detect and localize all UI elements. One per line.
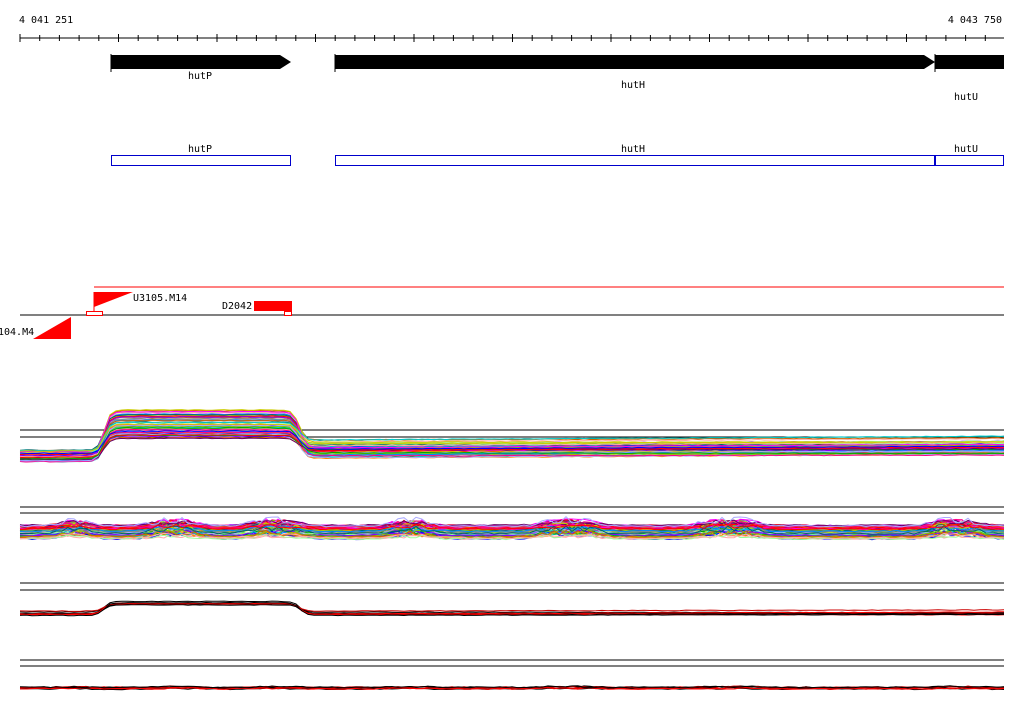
- gene-arrow-hutU[interactable]: [935, 55, 1004, 69]
- coordinate-ruler: 4 041 251 4 043 750: [19, 15, 1004, 42]
- promoter-D2042[interactable]: [254, 301, 292, 311]
- genome-browser-view: 4 041 251 4 043 750 hutP hutH hutU hutP …: [0, 15, 1005, 691]
- gene-box-hutH[interactable]: [335, 155, 935, 166]
- promoter-label-D2042: D2042: [222, 301, 252, 312]
- gene-box-hutP[interactable]: [111, 155, 291, 166]
- gene-box-hutU[interactable]: [935, 155, 1004, 166]
- promoter-label-104-M4: 104.M4: [0, 327, 34, 338]
- gene-arrow-hutH[interactable]: [335, 55, 935, 69]
- gene-label-hutH: hutH: [621, 80, 645, 91]
- gene-arrow-hutP[interactable]: [111, 55, 291, 69]
- end-coordinate: 4 043 750: [948, 15, 1002, 26]
- gene-box-label-hutP: hutP: [188, 144, 212, 155]
- promoter-U3105-M14[interactable]: [94, 292, 133, 307]
- gene-track: hutP hutH hutU: [110, 54, 1004, 103]
- expression-track-2: [19, 506, 1005, 541]
- gene-box-label-hutH: hutH: [621, 144, 645, 155]
- expression-track-3: [19, 582, 1005, 617]
- gene-box-track: hutP hutH hutU: [111, 144, 1004, 166]
- gene-box-label-hutU: hutU: [954, 144, 978, 155]
- promoter-label-U3105-M14: U3105.M14: [133, 293, 187, 304]
- expression-track-4: [19, 659, 1005, 691]
- gene-label-hutP: hutP: [188, 71, 212, 82]
- expression-track-1: [19, 409, 1005, 463]
- promoter-track: U3105.M14 D2042 104.M4: [0, 286, 1004, 339]
- promoter-104-M4[interactable]: [33, 317, 71, 339]
- gene-label-hutU: hutU: [954, 92, 978, 103]
- start-coordinate: 4 041 251: [19, 15, 73, 26]
